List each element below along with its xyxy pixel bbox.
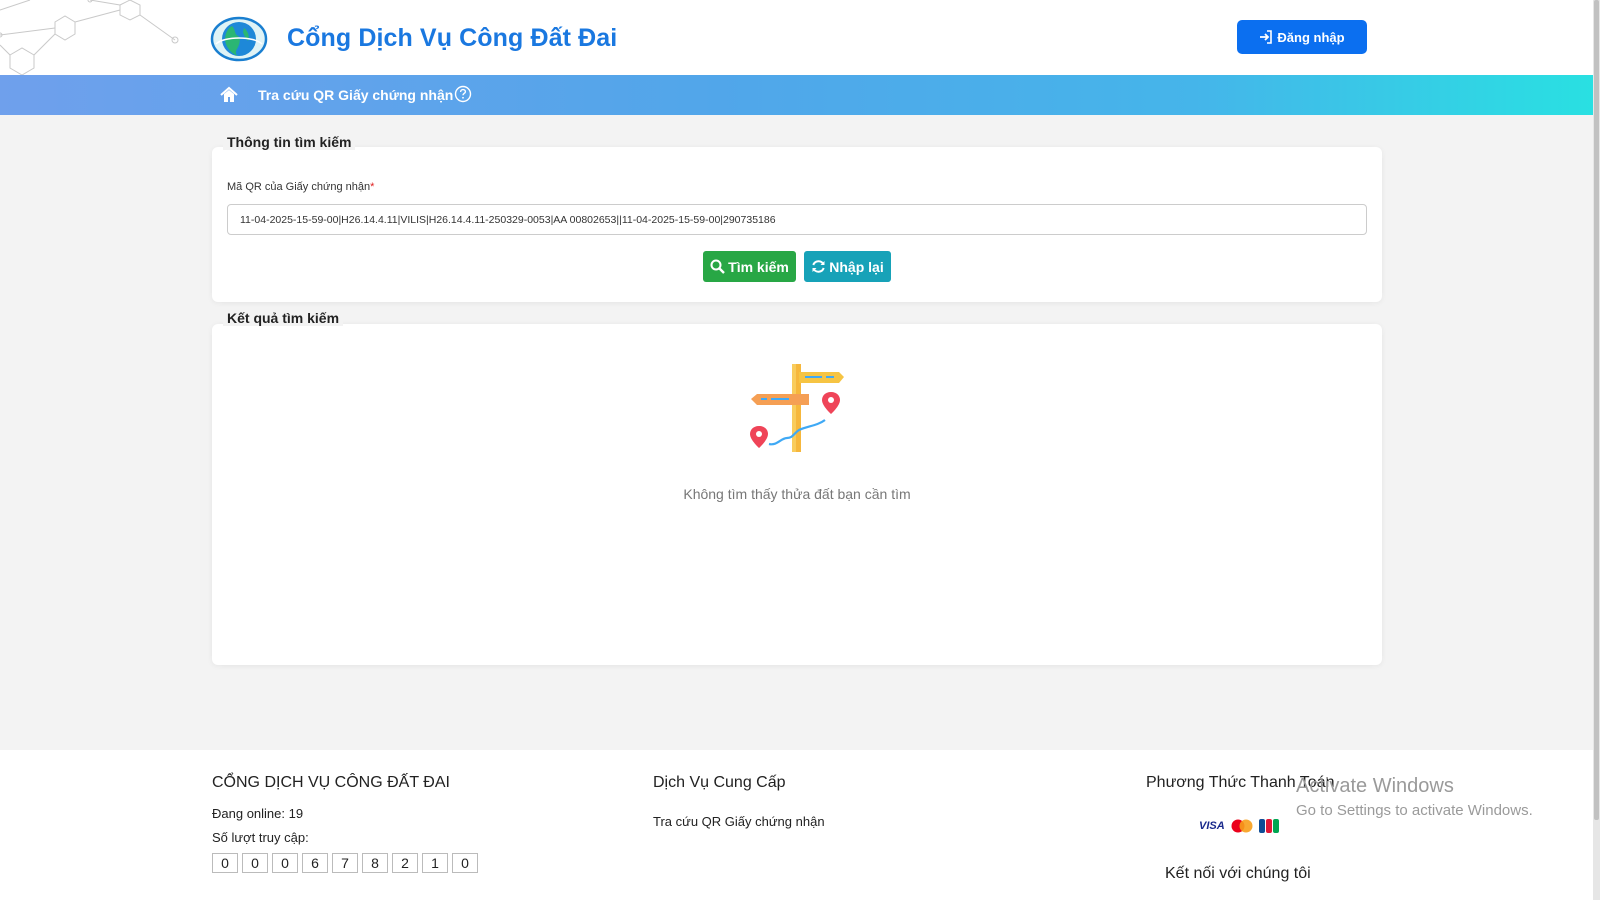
- molecule-decoration: [0, 0, 179, 75]
- globe-logo-icon: [210, 16, 268, 62]
- result-panel: Không tìm thấy thửa đất bạn cần tìm: [212, 324, 1382, 665]
- windows-activation-watermark: Activate Windows Go to Settings to activ…: [1296, 775, 1533, 819]
- visa-icon: VISA: [1199, 820, 1225, 832]
- counter-digit: 0: [272, 853, 298, 873]
- reset-button[interactable]: Nhập lại: [804, 251, 891, 282]
- nav-link-qr-lookup[interactable]: Tra cứu QR Giấy chứng nhận: [258, 87, 453, 103]
- signpost-illustration-icon: [750, 364, 844, 452]
- footer-connect-title: Kết nối với chúng tôi: [1165, 865, 1311, 882]
- counter-digit: 0: [242, 853, 268, 873]
- counter-digit: 7: [332, 853, 358, 873]
- visit-count-label: Số lượt truy cập:: [212, 830, 309, 845]
- footer-service-link-qr[interactable]: Tra cứu QR Giấy chứng nhận: [653, 814, 825, 829]
- page-scrollbar-thumb[interactable]: [1594, 0, 1599, 820]
- footer-services-title: Dịch Vụ Cung Cấp: [653, 774, 786, 791]
- required-mark: *: [370, 181, 375, 193]
- footer-brand-title: CỔNG DỊCH VỤ CÔNG ĐẤT ĐAI: [212, 774, 450, 791]
- login-label: Đăng nhập: [1277, 29, 1345, 45]
- counter-digit: 0: [452, 853, 478, 873]
- counter-digit: 1: [422, 853, 448, 873]
- question-circle-icon[interactable]: [454, 85, 472, 103]
- site-header: Cổng Dịch Vụ Công Đất Đai Đăng nhập: [0, 0, 1600, 75]
- search-button[interactable]: Tìm kiếm: [703, 251, 796, 282]
- refresh-icon: [812, 260, 825, 273]
- site-title[interactable]: Cổng Dịch Vụ Công Đất Đai: [287, 24, 617, 53]
- counter-digit: 2: [392, 853, 418, 873]
- watermark-line-1: Activate Windows: [1296, 775, 1454, 797]
- result-section-legend: Kết quả tìm kiếm: [223, 310, 344, 326]
- reset-button-label: Nhập lại: [829, 258, 884, 275]
- search-section-legend: Thông tin tìm kiếm: [223, 134, 356, 150]
- sign-in-icon: [1260, 30, 1273, 44]
- jcb-icon: [1258, 819, 1279, 833]
- online-count: Đang online: 19: [212, 806, 304, 821]
- site-footer: CỔNG DỊCH VỤ CÔNG ĐẤT ĐAI Đang online: 1…: [0, 750, 1593, 900]
- counter-digit: 0: [212, 853, 238, 873]
- qr-code-input[interactable]: [227, 204, 1367, 235]
- watermark-line-2: Go to Settings to activate Windows.: [1296, 802, 1533, 819]
- search-icon: [710, 259, 725, 274]
- search-panel: Mã QR của Giấy chứng nhận* Tìm kiếm Nhập…: [212, 147, 1382, 302]
- login-button[interactable]: Đăng nhập: [1237, 20, 1367, 54]
- counter-digit: 8: [362, 853, 388, 873]
- visit-counter: 0 0 0 6 7 8 2 1 0: [212, 853, 478, 873]
- main-navbar: Tra cứu QR Giấy chứng nhận: [0, 75, 1593, 115]
- counter-digit: 6: [302, 853, 328, 873]
- qr-field-label: Mã QR của Giấy chứng nhận*: [227, 181, 375, 193]
- payment-methods: VISA: [1199, 819, 1279, 833]
- empty-result-message: Không tìm thấy thửa đất bạn cần tìm: [683, 486, 911, 502]
- home-icon[interactable]: [219, 85, 239, 105]
- mastercard-icon: [1231, 819, 1253, 833]
- search-button-label: Tìm kiếm: [728, 258, 789, 275]
